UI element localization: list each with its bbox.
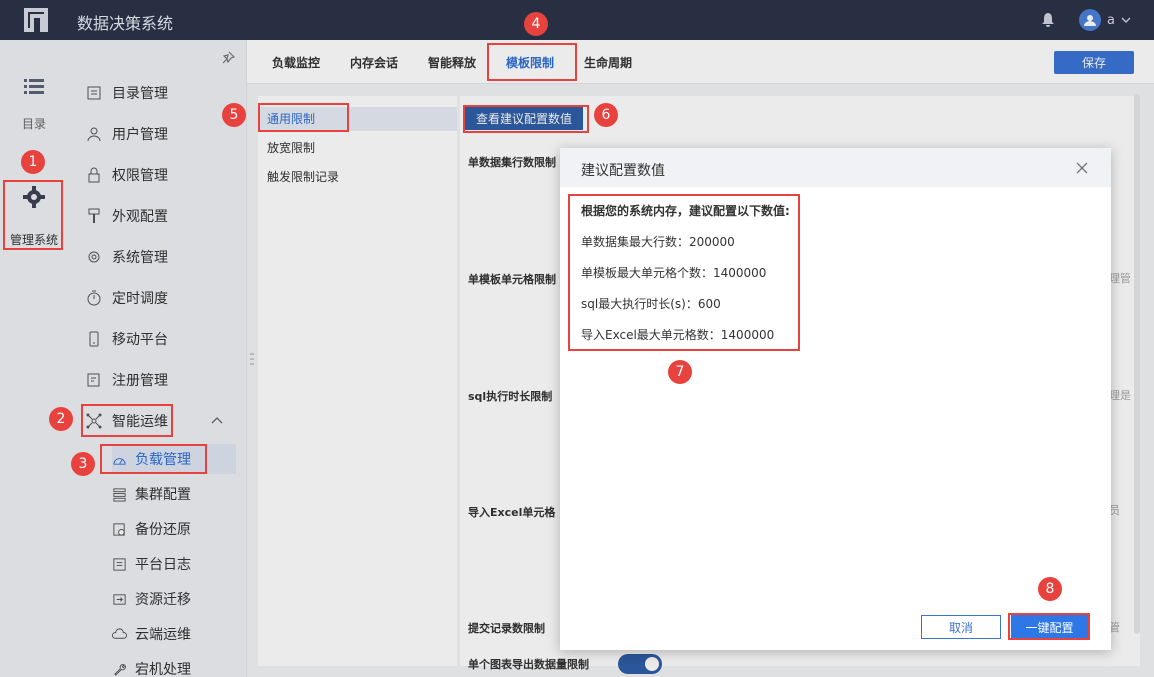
step-marker: 2 bbox=[49, 407, 73, 431]
step-marker: 3 bbox=[71, 452, 95, 476]
annotation-box bbox=[3, 180, 63, 250]
cancel-button[interactable]: 取消 bbox=[921, 615, 1001, 639]
annotation-box bbox=[1008, 613, 1090, 640]
step-marker: 4 bbox=[524, 12, 548, 36]
step-marker: 8 bbox=[1038, 577, 1062, 601]
step-marker: 5 bbox=[222, 103, 246, 127]
annotation-box bbox=[100, 444, 207, 474]
annotation-box bbox=[258, 103, 349, 132]
annotation-box bbox=[487, 43, 577, 81]
dialog-header: 建议配置数值 bbox=[560, 148, 1111, 187]
dialog-title: 建议配置数值 bbox=[581, 163, 665, 179]
annotation-box bbox=[568, 194, 800, 351]
step-marker: 1 bbox=[21, 150, 45, 174]
annotation-box bbox=[463, 105, 589, 133]
close-icon[interactable] bbox=[1075, 161, 1089, 175]
step-marker: 6 bbox=[594, 103, 618, 127]
annotation-box bbox=[81, 404, 173, 437]
step-marker: 7 bbox=[668, 360, 692, 384]
